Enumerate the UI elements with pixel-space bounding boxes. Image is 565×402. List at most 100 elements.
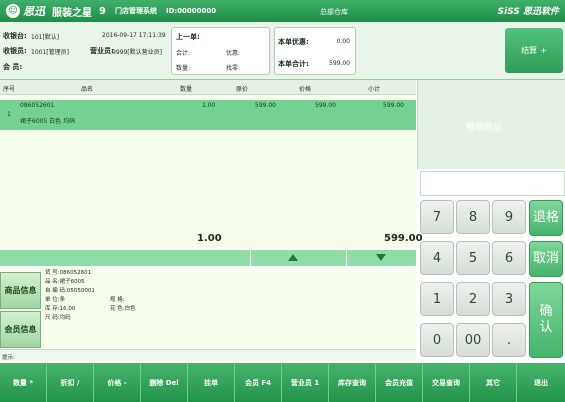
detail-color: 花 色:白色 (110, 306, 136, 312)
key-8[interactable]: 8 (456, 200, 490, 234)
row-qty: 1.00 (202, 102, 216, 109)
bestsellers-panel[interactable]: 畅销商品 (417, 80, 565, 169)
detail-self-code: 自 编 码:05050001 (45, 288, 95, 294)
cashier-value: 1001[管理员] (31, 49, 69, 56)
key-7[interactable]: 7 (420, 200, 454, 234)
backspace-button[interactable]: 退格 (529, 200, 563, 236)
title-bar: ☺ 思迅 服装之星 9 门店管理系统 ID:00000000 总部仓库 SiSS… (0, 0, 565, 22)
toolbar-price-button[interactable]: 价格 - (94, 363, 141, 402)
key-2[interactable]: 2 (456, 282, 490, 316)
logo-icon: ☺ (6, 4, 20, 18)
toolbar-other-button[interactable]: 其它 (470, 363, 517, 402)
brand-group: ☺ 思迅 服装之星 9 门店管理系统 ID:00000000 (6, 3, 216, 19)
key-dot[interactable]: . (492, 323, 526, 357)
row-navigation (0, 250, 416, 266)
key-9[interactable]: 9 (492, 200, 526, 234)
col-header-price: 价格 (299, 86, 312, 93)
key-00[interactable]: 00 (456, 323, 490, 357)
toolbar-salesperson-button[interactable]: 营业员 1 (282, 363, 329, 402)
detail-code: 货 号:086052601 (45, 270, 92, 276)
detail-panel: 商品信息 会员信息 货 号:086052601 品 名:裙子6005 自 编 码… (0, 268, 416, 348)
product-version: 9 (99, 5, 106, 17)
product-name: 服装之星 (52, 7, 92, 19)
toolbar-hold-button[interactable]: 挂单 (188, 363, 235, 402)
current-discount-label: 本单优惠: (278, 38, 309, 46)
row-subtotal: 599.00 (383, 102, 404, 109)
detail-spec: 规 格: (110, 297, 125, 303)
row-orig-price: 599.00 (255, 102, 276, 109)
toolbar-stock-query-button[interactable]: 库存查询 (329, 363, 376, 402)
info-panel: 收银台: 101[默认] 2016-09-17 17:11:39 收银员: 10… (0, 22, 565, 80)
last-order-title: 上一单: (176, 33, 200, 41)
toolbar-member-button[interactable]: 会员 F4 (235, 363, 282, 402)
detail-unit: 单 位:条 (45, 297, 66, 303)
member-label: 会 员: (3, 63, 23, 71)
detail-size: 尺 码:均码 (45, 315, 71, 321)
total-amount: 599.00 (384, 233, 423, 244)
table-row[interactable]: 1 086052601 裙子6005 白色 均码 1.00 599.00 599… (0, 100, 416, 130)
totals-bar: 1.00 599.00 (0, 231, 423, 248)
hint-bar: 提示: (0, 349, 416, 361)
key-4[interactable]: 4 (420, 241, 454, 275)
datetime: 2016-09-17 17:11:39 (102, 32, 166, 39)
vendor-logo: SiSS 思迅软件 (497, 7, 559, 17)
col-header-subtotal: 小计 (368, 86, 381, 93)
sales-label: 营业员: (90, 47, 114, 55)
key-3[interactable]: 3 (492, 282, 526, 316)
keypad-display (420, 171, 565, 196)
bestsellers-label: 畅销商品 (466, 123, 503, 133)
system-name: 门店管理系统 (114, 7, 157, 15)
toolbar-discount-button[interactable]: 折扣 / (47, 363, 94, 402)
toolbar-exit-button[interactable]: 退出 (517, 363, 565, 402)
key-5[interactable]: 5 (456, 241, 490, 275)
cancel-button[interactable]: 取消 (529, 241, 563, 277)
confirm-button[interactable]: 确认 (529, 282, 563, 358)
detail-name: 品 名:裙子6005 (45, 279, 85, 285)
table-header: 序号 品名 数量 原价 价格 小计 (0, 80, 416, 95)
register-label: 收银台: (3, 32, 27, 40)
cashier-label: 收银员: (3, 47, 27, 55)
tab-product-info[interactable]: 商品信息 (0, 272, 41, 309)
col-header-qty: 数量 (180, 86, 193, 93)
total-qty: 1.00 (197, 233, 222, 244)
toolbar-transaction-query-button[interactable]: 交易查询 (423, 363, 470, 402)
row-price: 599.00 (315, 102, 336, 109)
last-total-label: 合计: (176, 50, 191, 57)
key-6[interactable]: 6 (492, 241, 526, 275)
brand-name: 思迅 (23, 5, 45, 18)
hint-label: 提示: (2, 355, 15, 361)
toolbar-member-topup-button[interactable]: 会员充值 (376, 363, 423, 402)
tab-member-info[interactable]: 会员信息 (0, 311, 41, 348)
tab-product-info-label: 商品信息 (4, 286, 37, 295)
store-name: 总部仓库 (320, 8, 348, 16)
col-header-orig-price: 原价 (236, 86, 249, 93)
scroll-down-button[interactable] (346, 250, 416, 266)
device-id: ID:00000000 (165, 7, 217, 15)
checkout-label: 结算 (521, 46, 538, 55)
last-discount-label: 优惠: (226, 50, 241, 57)
toolbar-quantity-button[interactable]: 数量 * (0, 363, 47, 402)
col-header-no: 序号 (3, 86, 16, 93)
key-0[interactable]: 0 (420, 323, 454, 357)
current-discount-value: 0.00 (336, 38, 350, 45)
current-total-label: 本单合计: (278, 60, 309, 68)
bottom-toolbar: 数量 * 折扣 / 价格 - 删除 Del 挂单 会员 F4 营业员 1 库存查… (0, 363, 565, 402)
sales-value: 9999[默认营业员] (112, 49, 162, 56)
register-value: 101[默认] (31, 34, 60, 41)
tab-member-info-label: 会员信息 (4, 325, 37, 334)
checkout-button[interactable]: 结算 + (505, 28, 563, 73)
arrow-down-icon (376, 254, 386, 261)
checkout-shortcut: + (540, 46, 547, 55)
row-desc: 裙子6005 白色 均码 (20, 118, 76, 125)
row-no: 1 (7, 111, 11, 118)
last-qty-label: 数量: (176, 65, 191, 72)
last-change-label: 找零: (226, 65, 241, 72)
last-order-card: 上一单: 合计: 优惠: 数量: 找零: (171, 27, 270, 75)
key-1[interactable]: 1 (420, 282, 454, 316)
col-header-name: 品名 (81, 86, 94, 93)
arrow-up-icon (288, 254, 298, 261)
current-order-card: 本单优惠: 0.00 本单合计: 599.00 (274, 27, 356, 75)
scroll-up-button[interactable] (250, 250, 335, 266)
toolbar-delete-button[interactable]: 删除 Del (141, 363, 188, 402)
row-code: 086052601 (20, 102, 55, 109)
